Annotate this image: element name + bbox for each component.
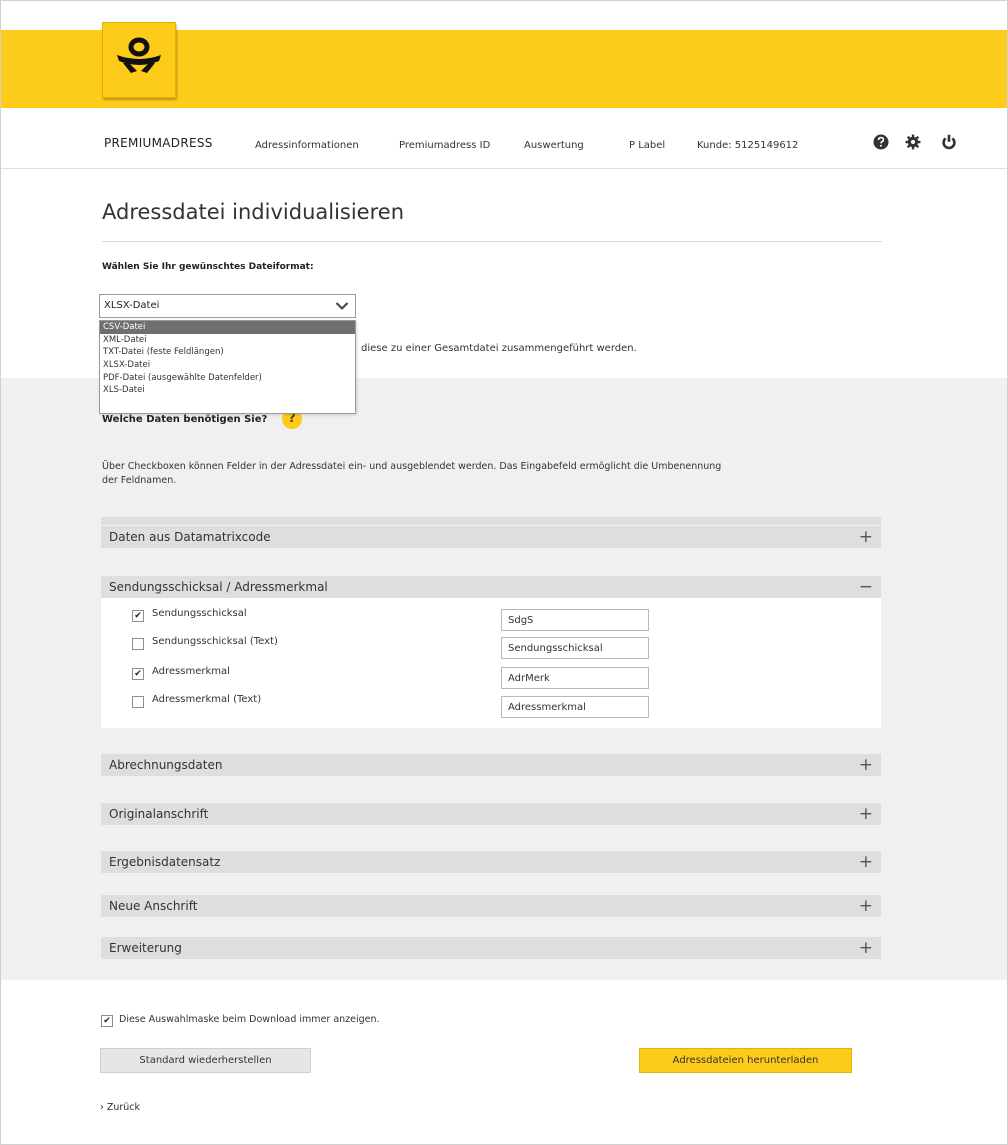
top-nav: PREMIUMADRESS Adressinformationen Premiu… <box>1 110 1007 169</box>
expand-icon[interactable]: + <box>859 526 873 548</box>
field-checkbox[interactable]: ✔ <box>132 610 144 622</box>
nav-p-label[interactable]: P Label <box>629 140 665 151</box>
title-divider <box>102 241 882 242</box>
field-name-input[interactable] <box>501 667 649 689</box>
section-neue-anschrift[interactable]: Neue Anschrift + <box>101 895 881 917</box>
section-ergebnisdatensatz[interactable]: Ergebnisdatensatz + <box>101 851 881 873</box>
field-row-adressmerkmal-text: Adressmerkmal (Text) <box>132 694 512 714</box>
format-option[interactable]: CSV-Datei <box>100 321 355 334</box>
section-label: Neue Anschrift <box>109 899 198 913</box>
format-option[interactable]: XLSX-Datei <box>100 359 355 372</box>
field-name-input[interactable] <box>501 609 649 631</box>
power-icon[interactable] <box>941 134 957 150</box>
section-sendungsschicksal[interactable]: Sendungsschicksal / Adressmerkmal − <box>101 576 881 598</box>
format-option[interactable]: TXT-Datei (feste Feldlängen) <box>100 346 355 359</box>
post-logo[interactable] <box>102 22 176 98</box>
expand-icon[interactable]: + <box>859 937 873 959</box>
section-originalanschrift[interactable]: Originalanschrift + <box>101 803 881 825</box>
section-label: Abrechnungsdaten <box>109 758 223 772</box>
section-erweiterung[interactable]: Erweiterung + <box>101 937 881 959</box>
expand-icon[interactable]: + <box>859 851 873 873</box>
section-label: Daten aus Datamatrixcode <box>109 530 271 544</box>
nav-adressinformationen[interactable]: Adressinformationen <box>255 140 359 151</box>
merge-hint: diese zu einer Gesamtdatei zusammengefüh… <box>361 343 637 354</box>
collapsed-section-partial <box>101 517 881 525</box>
field-name-input[interactable] <box>501 696 649 718</box>
section-datamatrixcode[interactable]: Daten aus Datamatrixcode + <box>101 526 881 548</box>
back-link[interactable]: › Zurück <box>100 1102 140 1113</box>
format-label: Wählen Sie Ihr gewünschtes Dateiformat: <box>102 262 314 272</box>
help-icon[interactable] <box>873 134 889 150</box>
brand-name[interactable]: PREMIUMADRESS <box>104 136 213 150</box>
format-option[interactable]: XLS-Datei <box>100 384 355 397</box>
reset-default-button[interactable]: Standard wiederherstellen <box>100 1048 311 1073</box>
expand-icon[interactable]: + <box>859 803 873 825</box>
data-description: Über Checkboxen können Felder in der Adr… <box>102 461 722 486</box>
section-label: Sendungsschicksal / Adressmerkmal <box>109 580 328 594</box>
field-label: Sendungsschicksal <box>152 608 247 619</box>
download-button[interactable]: Adressdateien herunterladen <box>639 1048 852 1073</box>
expand-icon[interactable]: + <box>859 895 873 917</box>
customer-number: Kunde: 5125149612 <box>697 140 799 151</box>
gear-icon[interactable] <box>905 134 921 150</box>
nav-premiumadress-id[interactable]: Premiumadress ID <box>399 140 490 151</box>
format-option[interactable]: XML-Datei <box>100 334 355 347</box>
show-mask-label: Diese Auswahlmaske beim Download immer a… <box>119 1014 380 1025</box>
section-label: Originalanschrift <box>109 807 209 821</box>
collapse-icon[interactable]: − <box>859 576 873 598</box>
nav-auswertung[interactable]: Auswertung <box>524 140 584 151</box>
section-label: Ergebnisdatensatz <box>109 855 221 869</box>
field-name-input[interactable] <box>501 637 649 659</box>
page-title: Adressdatei individualisieren <box>102 200 405 224</box>
show-mask-checkbox[interactable]: ✔ <box>101 1015 113 1027</box>
chevron-down-icon[interactable] <box>335 300 349 312</box>
select-value: XLSX-Datei <box>104 300 160 311</box>
field-checkbox[interactable] <box>132 638 144 650</box>
data-question: Welche Daten benötigen Sie? <box>102 414 268 425</box>
file-format-options: CSV-Datei XML-Datei TXT-Datei (feste Fel… <box>99 320 356 414</box>
section-abrechnungsdaten[interactable]: Abrechnungsdaten + <box>101 754 881 776</box>
field-checkbox[interactable] <box>132 696 144 708</box>
expand-icon[interactable]: + <box>859 754 873 776</box>
field-label: Adressmerkmal (Text) <box>152 694 262 705</box>
file-format-select[interactable]: XLSX-Datei <box>99 294 356 318</box>
field-checkbox[interactable]: ✔ <box>132 668 144 680</box>
post-horn-icon <box>117 37 161 73</box>
field-row-sendungsschicksal: ✔ Sendungsschicksal <box>132 608 512 628</box>
show-mask-option: ✔ Diese Auswahlmaske beim Download immer… <box>101 1014 461 1030</box>
field-label: Adressmerkmal <box>152 666 230 677</box>
field-label: Sendungsschicksal (Text) <box>152 636 278 647</box>
format-option[interactable]: PDF-Datei (ausgewählte Datenfelder) <box>100 372 355 385</box>
field-row-sendungsschicksal-text: Sendungsschicksal (Text) <box>132 636 512 656</box>
section-label: Erweiterung <box>109 941 182 955</box>
field-row-adressmerkmal: ✔ Adressmerkmal <box>132 666 512 686</box>
